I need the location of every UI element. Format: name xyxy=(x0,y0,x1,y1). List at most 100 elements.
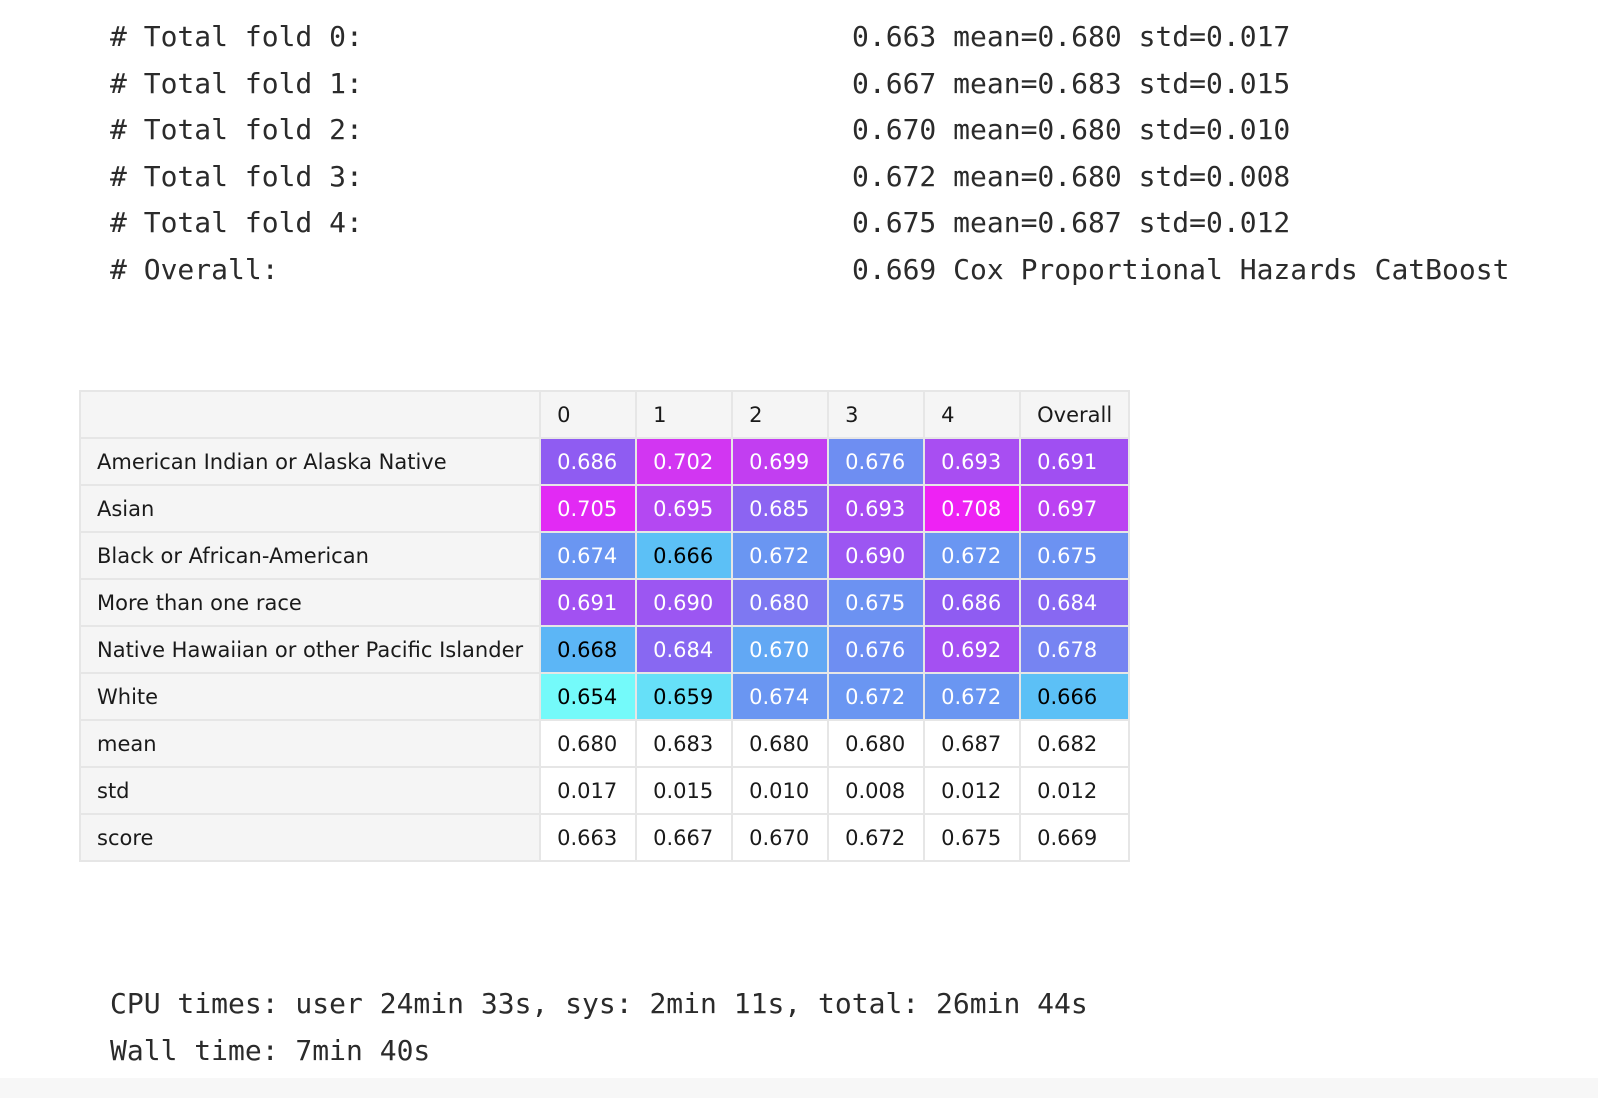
table-cell: 0.015 xyxy=(635,766,734,815)
table-cell: 0.680 xyxy=(539,719,638,768)
fold-label: # Total fold 4: xyxy=(110,206,363,240)
fold-label: # Total fold 0: xyxy=(110,20,363,53)
stdout-line: # Overall: 0.669 Cox Proportional Hazard… xyxy=(110,247,1550,294)
table-cell: 0.692 xyxy=(923,625,1022,674)
fold-label: # Total fold 2: xyxy=(110,113,363,147)
table-row: score 0.663 0.667 0.670 0.672 0.675 0.669 xyxy=(78,813,1131,862)
column-header: 1 xyxy=(635,390,734,439)
table-row: American Indian or Alaska Native 0.686 0.7… xyxy=(78,437,1131,486)
table-cell: 0.659 xyxy=(635,672,734,721)
fold-value: 0.667 mean=0.683 std=0.015 xyxy=(852,66,1291,100)
table-body: American Indian or Alaska Native 0.686 0.7… xyxy=(78,437,1131,862)
table-cell: 0.669 xyxy=(1019,813,1131,862)
cpu-times-line: CPU times: user 24min 33s, sys: 2min 11s… xyxy=(110,987,1088,1020)
table-cell: 0.691 xyxy=(539,578,638,627)
stdout-line: # Total fold 3: 0.672 mean=0.680 std=0.0… xyxy=(110,154,1550,201)
table-cell: 0.680 xyxy=(827,719,926,768)
table-cell: 0.010 xyxy=(731,766,830,815)
fold-value: 0.672 mean=0.680 std=0.008 xyxy=(852,159,1291,193)
wall-time-line: Wall time: 7min 40s xyxy=(110,1034,431,1067)
table-header-row: 0 1 2 3 4 Overall xyxy=(78,390,1131,439)
fold-value: 0.675 mean=0.687 std=0.012 xyxy=(852,206,1291,240)
table-cell: 0.686 xyxy=(923,578,1022,627)
row-label: More than one race xyxy=(78,578,542,627)
table-cell: 0.670 xyxy=(731,813,830,862)
fold-value: 0.663 mean=0.680 std=0.017 xyxy=(852,20,1291,53)
table-cell: 0.675 xyxy=(827,578,926,627)
table-cell: 0.699 xyxy=(731,437,830,486)
stdout-line: # Total fold 1: 0.667 mean=0.683 std=0.0… xyxy=(110,61,1550,108)
cell-bottom-divider xyxy=(0,1078,1598,1098)
table-cell: 0.017 xyxy=(539,766,638,815)
table-row: Asian 0.705 0.695 0.685 0.693 0.708 0.697 xyxy=(78,484,1131,533)
table-row: std 0.017 0.015 0.010 0.008 0.012 0.012 xyxy=(78,766,1131,815)
row-label: White xyxy=(78,672,542,721)
table-cell: 0.663 xyxy=(539,813,638,862)
table-cell: 0.672 xyxy=(923,531,1022,580)
row-label: Native Hawaiian or other Pacific Islande… xyxy=(78,625,542,674)
timing-output: CPU times: user 24min 33s, sys: 2min 11s… xyxy=(110,980,1088,1074)
table-cell: 0.695 xyxy=(635,484,734,533)
table-cell: 0.676 xyxy=(827,625,926,674)
table-cell: 0.693 xyxy=(827,484,926,533)
table-cell: 0.680 xyxy=(731,578,830,627)
table-cell: 0.682 xyxy=(1019,719,1131,768)
table-cell: 0.674 xyxy=(731,672,830,721)
fold-value: 0.670 mean=0.680 std=0.010 xyxy=(852,113,1291,147)
table-cell: 0.687 xyxy=(923,719,1022,768)
table-cell: 0.654 xyxy=(539,672,638,721)
column-header: 2 xyxy=(731,390,830,439)
table-cell: 0.676 xyxy=(827,437,926,486)
table-cell: 0.685 xyxy=(731,484,830,533)
table-row: mean 0.680 0.683 0.680 0.680 0.687 0.682 xyxy=(78,719,1131,768)
table-row: More than one race 0.691 0.690 0.680 0.675 0.… xyxy=(78,578,1131,627)
table-cell: 0.666 xyxy=(635,531,734,580)
row-label: Black or African-American xyxy=(78,531,542,580)
table-cell: 0.675 xyxy=(1019,531,1131,580)
header-corner-cell xyxy=(78,390,542,439)
stdout-line: # Total fold 2: 0.670 mean=0.680 std=0.0… xyxy=(110,107,1550,154)
table-cell: 0.672 xyxy=(827,813,926,862)
table-cell: 0.684 xyxy=(1019,578,1131,627)
table-cell: 0.697 xyxy=(1019,484,1131,533)
table-cell: 0.686 xyxy=(539,437,638,486)
stdout-line: # Total fold 0: 0.663 mean=0.680 std=0.0… xyxy=(110,14,1550,61)
table-row: Black or African-American 0.674 0.666 0.672… xyxy=(78,531,1131,580)
table-row: White 0.654 0.659 0.674 0.672 0.672 0.666 xyxy=(78,672,1131,721)
overall-value: 0.669 Cox Proportional Hazards CatBoost xyxy=(852,252,1510,286)
row-label: mean xyxy=(78,719,542,768)
table-cell: 0.666 xyxy=(1019,672,1131,721)
table-cell: 0.705 xyxy=(539,484,638,533)
table-cell: 0.690 xyxy=(827,531,926,580)
table-cell: 0.683 xyxy=(635,719,734,768)
column-header: 4 xyxy=(923,390,1022,439)
table-cell: 0.667 xyxy=(635,813,734,862)
table-row: Native Hawaiian or other Pacific Islande… xyxy=(78,625,1131,674)
table-cell: 0.680 xyxy=(731,719,830,768)
table-cell: 0.008 xyxy=(827,766,926,815)
overall-label: # Overall: xyxy=(110,252,279,286)
fold-label: # Total fold 1: xyxy=(110,66,363,100)
stdout-line: # Total fold 4: 0.675 mean=0.687 std=0.0… xyxy=(110,200,1550,247)
table-cell: 0.708 xyxy=(923,484,1022,533)
table-cell: 0.691 xyxy=(1019,437,1131,486)
column-header: Overall xyxy=(1019,390,1131,439)
column-header: 0 xyxy=(539,390,638,439)
row-label: American Indian or Alaska Native xyxy=(78,437,542,486)
column-header: 3 xyxy=(827,390,926,439)
table-cell: 0.674 xyxy=(539,531,638,580)
table-cell: 0.012 xyxy=(923,766,1022,815)
table-cell: 0.672 xyxy=(731,531,830,580)
results-table-container: 0 1 2 3 4 Overall American Indian or Ala… xyxy=(78,390,1131,862)
row-label: Asian xyxy=(78,484,542,533)
table-cell: 0.702 xyxy=(635,437,734,486)
table-cell: 0.690 xyxy=(635,578,734,627)
table-cell: 0.672 xyxy=(923,672,1022,721)
row-label: score xyxy=(78,813,542,862)
stdout-output: # Total fold 0: 0.663 mean=0.680 std=0.0… xyxy=(110,14,1550,294)
table-cell: 0.672 xyxy=(827,672,926,721)
fold-label: # Total fold 3: xyxy=(110,159,363,193)
table-cell: 0.675 xyxy=(923,813,1022,862)
table-cell: 0.668 xyxy=(539,625,638,674)
row-label: std xyxy=(78,766,542,815)
